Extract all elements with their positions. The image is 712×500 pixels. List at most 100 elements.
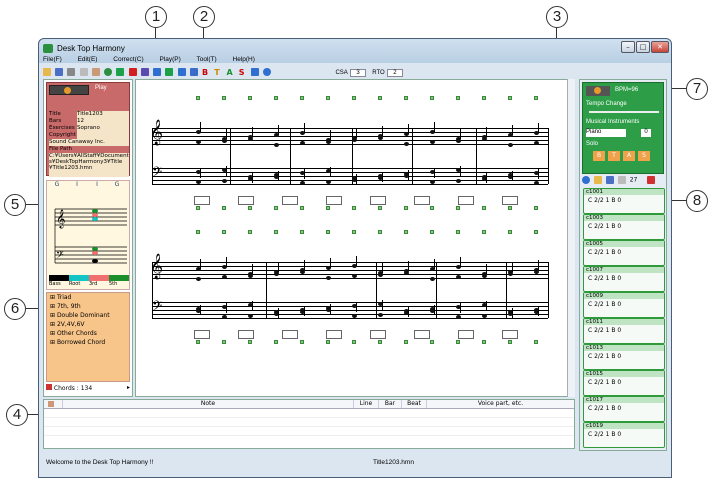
staff-line [152, 140, 548, 141]
note-head [352, 274, 357, 278]
chord-tab[interactable]: G [47, 181, 67, 188]
maximize-button[interactable]: □ [636, 41, 650, 53]
close-button[interactable]: ✕ [651, 41, 669, 53]
tempo-slider[interactable] [589, 111, 659, 113]
col-voice-part[interactable]: Voice part, etc. [426, 400, 574, 408]
delete-icon[interactable] [647, 176, 656, 184]
clip-item[interactable]: c1005 C 2/2 1 B 0 [583, 240, 665, 266]
print-icon[interactable] [67, 68, 76, 76]
app-window: Desk Top Harmony – □ ✕ File(F) Edit(E) C… [38, 38, 672, 478]
clip-id: c1001 [584, 189, 664, 195]
treble-clef-icon: 𝄞 [150, 120, 164, 145]
refresh-icon[interactable] [104, 68, 113, 76]
chord-icon[interactable] [140, 68, 149, 76]
tree-item-other-chords[interactable]: ⊞ Other Chords [47, 329, 129, 338]
tuning-fork-icon[interactable] [250, 68, 259, 76]
note-table-row[interactable] [44, 409, 574, 418]
marker-square [222, 230, 226, 234]
rto-select[interactable]: 2 [386, 69, 403, 77]
menu-correct[interactable]: Correct(C) [113, 56, 143, 63]
marker-square [508, 96, 512, 100]
staff-line [152, 310, 548, 311]
chord-tab[interactable]: I [87, 181, 107, 188]
solo-T-button[interactable]: T [608, 151, 620, 161]
clip-id: c1009 [584, 293, 664, 299]
clip-item[interactable]: c1001 C 2/2 1 B 0 [583, 188, 665, 214]
clip-item[interactable]: c1009 C 2/2 1 B 0 [583, 292, 665, 318]
menu-help[interactable]: Help(H) [233, 56, 255, 63]
info-icon[interactable] [263, 68, 272, 76]
marker-square [300, 230, 304, 234]
note-stem [252, 173, 253, 183]
clip-detail: C 2/2 1 B 0 [588, 353, 622, 360]
minimize-button[interactable]: – [621, 41, 635, 53]
bass-B-icon[interactable]: B [202, 68, 210, 77]
clip-item[interactable]: c1011 C 2/2 1 B 0 [583, 318, 665, 344]
note-table-icon[interactable] [44, 400, 62, 408]
play-icon[interactable] [153, 68, 162, 76]
clip-item[interactable]: c1017 C 2/2 1 B 0 [583, 396, 665, 422]
copy-icon[interactable] [79, 68, 88, 76]
menu-edit[interactable]: Edit(E) [78, 56, 98, 63]
chord-tab[interactable]: G [107, 181, 127, 188]
note-stem [382, 263, 383, 273]
paste-icon[interactable] [91, 68, 100, 76]
save-icon[interactable] [55, 68, 64, 76]
clip-item[interactable]: c1019 C 2/2 1 B 0 [583, 422, 665, 448]
tree-item-double-dominant[interactable]: ⊞ Double Dominant [47, 311, 129, 320]
tree-item-borrowed-chord[interactable]: ⊞ Borrowed Chord [47, 338, 129, 347]
marker-square [456, 206, 460, 210]
marker-square [430, 230, 434, 234]
tree-item-triad[interactable]: ⊞ Triad [47, 293, 129, 302]
record-icon[interactable] [189, 68, 198, 76]
stop-sign-icon[interactable] [128, 68, 137, 76]
col-line[interactable]: Line [353, 400, 378, 408]
instrument-select[interactable]: Piano [586, 129, 626, 137]
clip-item[interactable]: c1007 C 2/2 1 B 0 [583, 266, 665, 292]
solo-A-button[interactable]: A [623, 151, 635, 161]
note-head [326, 276, 331, 280]
note-table-row[interactable] [44, 427, 574, 436]
menu-file[interactable]: File(F) [43, 56, 62, 63]
clip-item[interactable]: c1015 C 2/2 1 B 0 [583, 370, 665, 396]
solo-B-button[interactable]: B [593, 151, 605, 161]
note-stem [434, 168, 435, 178]
save-icon[interactable] [605, 176, 614, 184]
score-scrollbar[interactable] [567, 79, 575, 397]
chords-next-icon[interactable]: ▸ [127, 384, 130, 391]
soprano-S-icon[interactable]: S [239, 68, 247, 77]
arrow-down-icon[interactable] [116, 68, 125, 76]
open-icon[interactable] [43, 68, 51, 76]
chord-list-icon[interactable] [46, 384, 52, 390]
note-table-row[interactable] [44, 436, 574, 444]
tree-item-7th-9th[interactable]: ⊞ 7th, 9th [47, 302, 129, 311]
info-panel: Play Title Title1203 Bars 12 Exercises Sopr… [46, 82, 130, 177]
instrument-value[interactable]: 0 [641, 129, 651, 137]
stop-icon[interactable] [177, 68, 186, 76]
page-icon[interactable] [617, 176, 626, 184]
player-display[interactable] [586, 86, 610, 96]
csa-select[interactable]: 3 [350, 69, 367, 77]
menu-tool[interactable]: Tool(T) [196, 56, 216, 63]
tenor-T-icon[interactable]: T [214, 68, 222, 77]
col-bar[interactable]: Bar [378, 400, 401, 408]
play-green-icon[interactable] [165, 68, 174, 76]
note-stem [512, 171, 513, 181]
player-box[interactable] [49, 85, 89, 95]
note-stem [200, 259, 201, 269]
chord-tab[interactable]: I [67, 181, 87, 188]
solo-S-button[interactable]: S [638, 151, 650, 161]
folder-icon[interactable] [593, 176, 602, 184]
note-stem [330, 130, 331, 140]
col-beat[interactable]: Beat [401, 400, 426, 408]
score-area[interactable]: 𝄞 𝄢 𝄞 𝄢 [135, 79, 575, 397]
menu-play[interactable]: Play(P) [159, 56, 180, 63]
clip-item[interactable]: c1003 C 2/2 1 B 0 [583, 214, 665, 240]
alto-A-icon[interactable]: A [227, 68, 235, 77]
note-table-row[interactable] [44, 418, 574, 427]
chord-preview: 𝄞 𝄢 [54, 208, 127, 264]
col-note[interactable]: Note [62, 400, 353, 408]
info-icon[interactable] [582, 176, 590, 184]
tree-item-2v4v6v[interactable]: ⊞ 2V,4V,6V [47, 320, 129, 329]
clip-item[interactable]: c1013 C 2/2 1 B 0 [583, 344, 665, 370]
